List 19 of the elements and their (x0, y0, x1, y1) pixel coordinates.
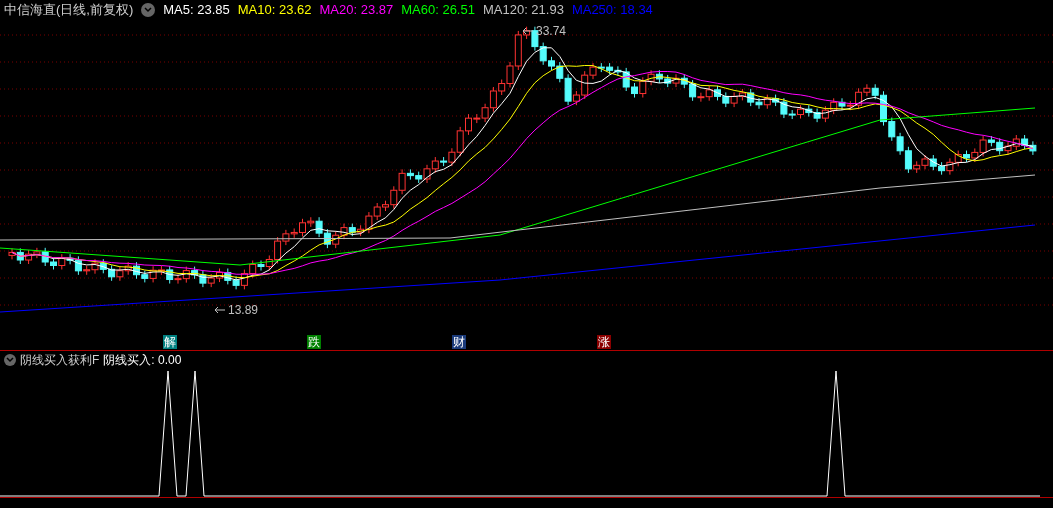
dropdown-icon[interactable] (141, 3, 156, 17)
event-tag[interactable]: 涨 (597, 335, 611, 349)
high-price-label: 33.74 (536, 23, 567, 40)
event-tag[interactable]: 财 (452, 335, 466, 349)
indicator-reading: 阴线买入: 0.00 (103, 352, 182, 369)
ma-value: MA60: 26.51 (401, 1, 475, 20)
ma-value: MA120: 21.93 (482, 1, 564, 20)
indicator-title: 阴线买入获利F (20, 352, 100, 369)
ma-value: MA20: 23.87 (319, 1, 394, 20)
stock-title: 中信海直(日线,前复权) (4, 1, 134, 20)
dropdown-icon[interactable] (4, 354, 16, 366)
low-price-label: 13.89 (228, 302, 259, 319)
ma-value: MA5: 23.85 (163, 1, 230, 20)
ma-value: MA250: 18.34 (571, 1, 653, 20)
event-tag[interactable]: 解 (163, 335, 177, 349)
arrow-icon (522, 27, 534, 35)
event-tag[interactable]: 跌 (307, 335, 321, 349)
ma-value: MA10: 23.62 (237, 1, 312, 20)
arrow-icon (214, 306, 226, 314)
